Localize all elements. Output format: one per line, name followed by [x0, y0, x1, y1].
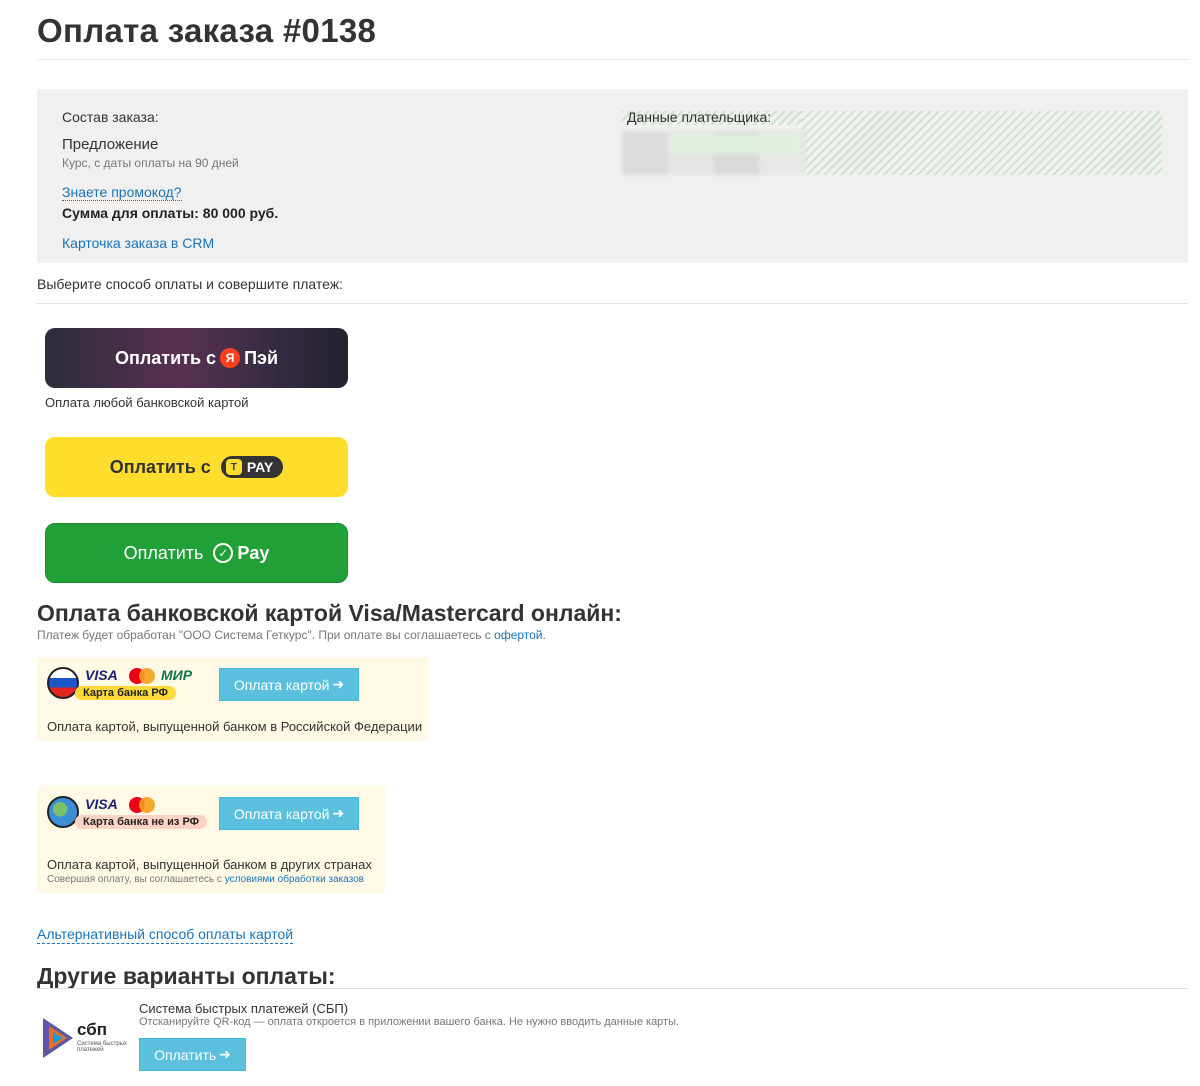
ru-card-logo: VISA МИР Карта банка РФ: [47, 665, 207, 705]
arrow-right-icon: ➜: [219, 1046, 231, 1062]
sbp-pay-label: Оплатить: [154, 1046, 217, 1063]
order-summary-panel: Состав заказа: Предложение Курс, с даты …: [37, 89, 1188, 263]
choose-payment-label: Выберите способ оплаты и совершите плате…: [37, 276, 344, 292]
visa-logo: VISA: [85, 667, 118, 683]
sber-pay-button[interactable]: Оплатить ✓ Pay: [45, 523, 348, 583]
foreign-card-terms: Совершая оплату, вы соглашаетесь с услов…: [47, 874, 364, 885]
t-bank-shield-icon: T: [225, 459, 242, 475]
terms-text: Совершая оплату, вы соглашаетесь с: [47, 874, 222, 885]
arrow-right-icon: ➜: [332, 805, 345, 821]
foreign-card-description: Оплата картой, выпущенной банком в други…: [47, 857, 372, 872]
ru-card-pay-label: Оплата картой: [233, 676, 330, 693]
order-composition-label: Состав заказа:: [62, 109, 159, 125]
foreign-card-logo: VISA Карта банка не из РФ: [47, 794, 208, 834]
crm-order-card-link[interactable]: Карточка заказа в CRM: [62, 235, 214, 251]
sber-pay-brand: Pay: [237, 542, 270, 563]
yandex-pay-note: Оплата любой банковской картой: [45, 395, 249, 410]
arrow-right-icon: ➜: [332, 676, 345, 692]
check-circle-icon: ✓: [213, 543, 234, 563]
order-sum: Сумма для оплаты: 80 000 руб.: [62, 205, 279, 221]
t-pay-prefix: Оплатить с: [109, 456, 211, 477]
mastercard-logo-icon: [129, 797, 155, 813]
yandex-pay-prefix: Оплатить с: [114, 347, 217, 368]
card-subtitle-text: Платеж будет обработан "ООО Система Гетк…: [37, 628, 491, 642]
yandex-pay-brand: Пэй: [244, 347, 279, 368]
sbp-logo-text: сбп: [77, 1020, 107, 1039]
alternative-card-payment-link[interactable]: Альтернативный способ оплаты картой: [37, 926, 294, 944]
sbp-description: Отсканируйте QR-код — оплата откроется в…: [139, 1016, 680, 1028]
card-payment-subtitle: Платеж будет обработан "ООО Система Гетк…: [37, 628, 546, 642]
t-pay-brand: PAY: [246, 459, 274, 475]
ru-bank-card-pill: Карта банка РФ: [75, 686, 176, 700]
payer-data-redacted-stripes: [802, 111, 1162, 175]
payer-data-blurred: [669, 134, 801, 154]
other-divider: [37, 988, 1188, 989]
yandex-pay-button[interactable]: Оплатить с Я Пэй: [45, 328, 348, 388]
sbp-logo-small: Система быстрых платежей: [77, 1041, 127, 1053]
card-payment-heading: Оплата банковской картой Visa/Mastercard…: [37, 600, 622, 626]
foreign-card-option: VISA Карта банка не из РФ Оплата картой …: [37, 786, 385, 893]
other-payment-heading: Другие варианты оплаты:: [37, 963, 336, 989]
sbp-logo-icon-part: [53, 1032, 63, 1044]
sber-pay-prefix: Оплатить: [123, 542, 204, 563]
sbp-logo: сбп Система быстрых платежей: [43, 1018, 133, 1058]
offer-agreement-link[interactable]: офертой: [494, 628, 542, 642]
yandex-logo-icon: Я: [220, 348, 241, 368]
title-divider: [37, 59, 1188, 60]
visa-logo: VISA: [85, 796, 118, 812]
payer-data-label: Данные плательщика:: [627, 109, 772, 125]
ru-card-pay-button[interactable]: Оплата картой ➜: [219, 668, 359, 701]
t-pay-logo: T PAY: [220, 456, 284, 478]
foreign-card-pay-button[interactable]: Оплата картой ➜: [219, 797, 359, 830]
card-subtitle-suffix: .: [542, 628, 546, 642]
mastercard-logo-icon: [129, 668, 155, 684]
promo-code-link[interactable]: Знаете промокод?: [62, 184, 182, 201]
sbp-title: Система быстрых платежей (СБП): [139, 1001, 349, 1016]
offer-name: Предложение: [62, 136, 159, 153]
foreign-card-pay-label: Оплата картой: [233, 805, 330, 822]
page-title: Оплата заказа #0138: [37, 12, 377, 49]
ru-card-description: Оплата картой, выпущенной банком в Росси…: [47, 719, 423, 734]
offer-description: Курс, с даты оплаты на 90 дней: [62, 156, 239, 170]
foreign-bank-card-pill: Карта банка не из РФ: [75, 815, 208, 829]
sbp-pay-button[interactable]: Оплатить ➜: [139, 1038, 246, 1071]
choose-divider: [37, 303, 1188, 304]
mir-logo: МИР: [161, 667, 193, 683]
ru-card-option: VISA МИР Карта банка РФ Оплата картой ➜ …: [37, 657, 428, 741]
order-terms-link[interactable]: условиями обработки заказов: [225, 874, 364, 885]
t-pay-button[interactable]: Оплатить с T PAY: [45, 437, 348, 497]
